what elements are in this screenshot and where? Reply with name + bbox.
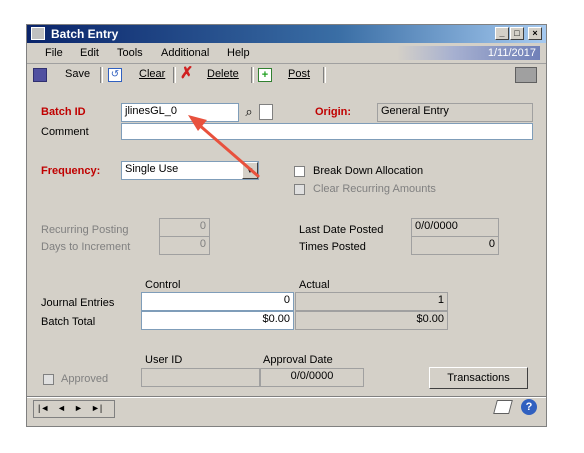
annotation-arrow-icon xyxy=(188,115,260,178)
